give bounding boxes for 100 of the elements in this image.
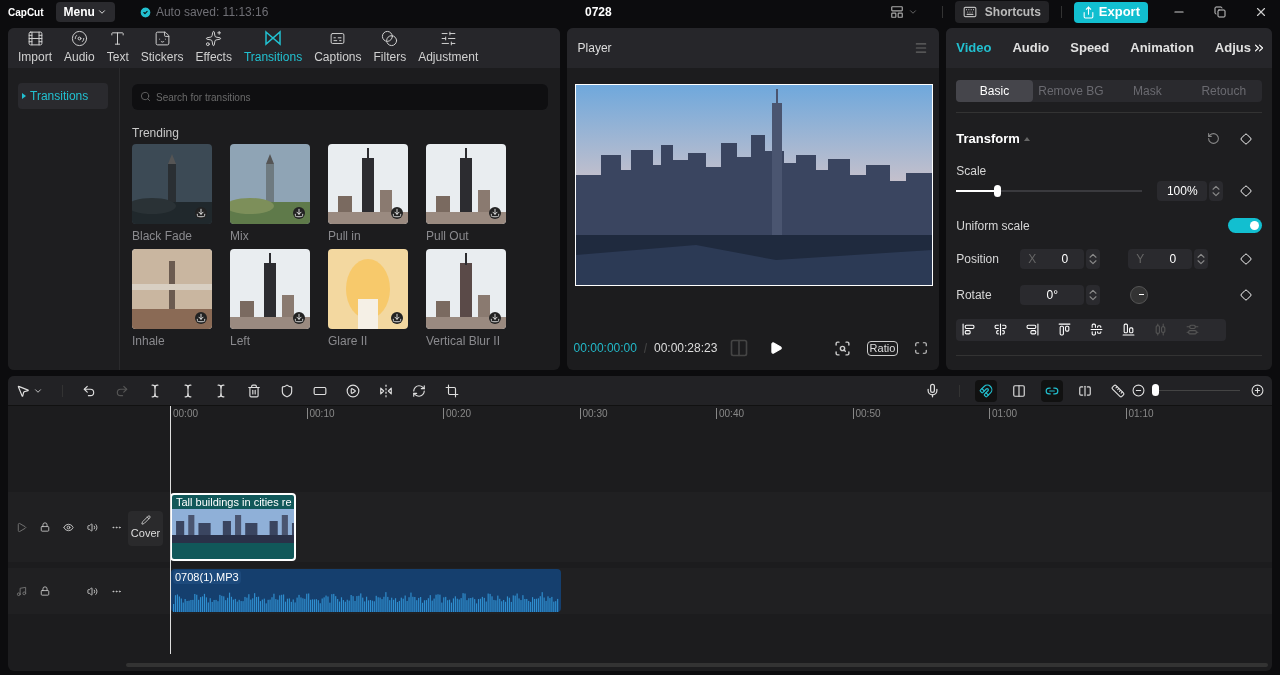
volume-icon[interactable] — [87, 521, 98, 533]
restore-icon[interactable] — [1214, 6, 1226, 18]
media-tab[interactable]: Filters — [367, 30, 413, 66]
audio-clip[interactable]: 0708(1).MP3 — [171, 569, 561, 612]
bowtie-icon — [264, 29, 282, 47]
ruler-label: 01:00 — [989, 408, 1018, 419]
keyframe-icon[interactable] — [1240, 184, 1252, 197]
media-tab[interactable]: Import — [12, 30, 58, 66]
stepper-icon[interactable] — [1086, 284, 1101, 305]
project-title: 0728 — [585, 4, 612, 21]
keyframe-icon[interactable] — [1240, 252, 1252, 265]
keyframe-icon[interactable] — [1240, 132, 1252, 145]
bullet-icon — [22, 93, 26, 99]
position-y-field[interactable]: Y 0 — [1128, 248, 1193, 269]
ruler-label: 00:50 — [852, 408, 881, 419]
lock-icon[interactable] — [40, 522, 50, 532]
uniform-scale-label: Uniform scale — [956, 217, 1030, 235]
stepper-icon[interactable] — [1194, 248, 1209, 269]
align-icon[interactable] — [1026, 323, 1040, 336]
stepper-icon[interactable] — [1209, 180, 1224, 201]
autosave-status: Auto saved: 11:13:16 — [155, 4, 269, 21]
clip-title: 0708(1).MP3 — [173, 570, 241, 584]
align-icon[interactable] — [1122, 323, 1136, 336]
mirror-icon[interactable] — [379, 383, 393, 398]
clip-title: Tall buildings in cities re — [175, 495, 293, 509]
player-title: Player — [577, 40, 612, 57]
zoom-slider[interactable] — [1152, 383, 1240, 398]
captions-icon — [329, 30, 347, 47]
inspector-tab[interactable]: Audio — [1012, 38, 1050, 58]
volume-icon[interactable] — [87, 585, 98, 597]
align-icon[interactable] — [1058, 323, 1072, 336]
inspector-tab[interactable]: Speed — [1070, 38, 1110, 58]
position-x-field[interactable]: X 0 — [1020, 248, 1085, 269]
scale-label: Scale — [956, 162, 987, 180]
rotate-field[interactable]: 0° — [1020, 284, 1085, 305]
shortcuts-button[interactable]: Shortcuts — [954, 1, 1049, 23]
section-title: Trending — [132, 125, 179, 142]
reset-icon[interactable] — [1207, 132, 1220, 146]
zoom-out-icon[interactable] — [1132, 384, 1145, 397]
transition-name: Vertical Blur II — [426, 333, 502, 350]
filters-icon — [381, 30, 399, 47]
zoom-in-icon[interactable] — [1251, 384, 1264, 397]
media-tab[interactable]: Captions — [308, 30, 368, 66]
ratio-button[interactable]: Ratio — [866, 340, 899, 356]
search-field[interactable]: Search for transitions — [132, 84, 548, 110]
align-icon[interactable] — [994, 323, 1008, 336]
video-clip[interactable]: Tall buildings in cities re — [170, 493, 296, 561]
category-item[interactable]: Transitions — [18, 83, 108, 109]
snap-toggle[interactable] — [1041, 379, 1063, 402]
inspector-tab[interactable]: Adjus — [1214, 38, 1251, 58]
transition-name: Glare II — [328, 333, 369, 350]
check-icon — [138, 5, 152, 19]
crop-icon[interactable] — [445, 383, 459, 398]
search-icon — [140, 91, 151, 102]
transition-name: Inhale — [132, 333, 166, 350]
stepper-icon[interactable] — [1086, 248, 1101, 269]
transition-name: Pull Out — [426, 228, 470, 245]
inspector-tab[interactable]: Video — [956, 38, 992, 58]
collapse-icon[interactable] — [1023, 136, 1030, 141]
pointer-icon[interactable] — [16, 383, 30, 398]
transition-name: Left — [230, 333, 251, 350]
rotate-icon[interactable] — [412, 383, 426, 398]
media-tab[interactable]: Audio — [58, 30, 101, 66]
delete-icon[interactable] — [247, 383, 261, 398]
inspector-tab[interactable]: Animation — [1130, 38, 1194, 58]
import-icon — [26, 30, 44, 47]
audio-track-icon — [16, 585, 27, 597]
media-tab[interactable]: Effects — [189, 30, 238, 66]
undo-icon[interactable] — [82, 383, 96, 398]
fullscreen-icon[interactable] — [914, 341, 929, 355]
app-logo: CapCut — [8, 5, 44, 20]
cover-button[interactable]: Cover — [128, 511, 163, 546]
scale-slider[interactable] — [956, 183, 1143, 198]
ruler-icon[interactable] — [1111, 383, 1125, 398]
eye-icon[interactable] — [63, 521, 74, 533]
media-tab[interactable]: Text — [100, 30, 135, 66]
play-button[interactable] — [769, 341, 784, 355]
menu-button[interactable]: Menu — [55, 2, 115, 22]
media-tab[interactable]: Stickers — [134, 30, 190, 66]
close-icon[interactable] — [1254, 5, 1268, 19]
media-tab[interactable]: Adjustment — [412, 30, 485, 66]
scale-field[interactable]: 100% — [1157, 180, 1208, 201]
align-icon[interactable] — [1090, 323, 1104, 336]
microphone-icon[interactable] — [925, 383, 940, 398]
lock-icon[interactable] — [40, 586, 50, 596]
ruler-label: 00:30 — [579, 408, 608, 419]
ruler-label: 01:10 — [1125, 408, 1154, 419]
snap-toggle[interactable] — [975, 379, 997, 402]
keyframe-icon[interactable] — [1240, 288, 1252, 301]
adjustment-icon — [439, 30, 457, 47]
main-magnet-icon — [979, 383, 993, 398]
media-tab[interactable]: Transitions — [237, 29, 309, 66]
audio-icon — [70, 30, 88, 47]
align-icon[interactable] — [962, 323, 976, 336]
zoom-preview-icon[interactable] — [833, 339, 851, 357]
ruler-label: 00:40 — [716, 408, 745, 419]
sub-tab[interactable]: Basic — [956, 80, 1033, 102]
text-icon — [109, 30, 127, 47]
uniform-scale-toggle[interactable] — [1228, 218, 1262, 233]
layout-icon[interactable] — [889, 5, 904, 19]
